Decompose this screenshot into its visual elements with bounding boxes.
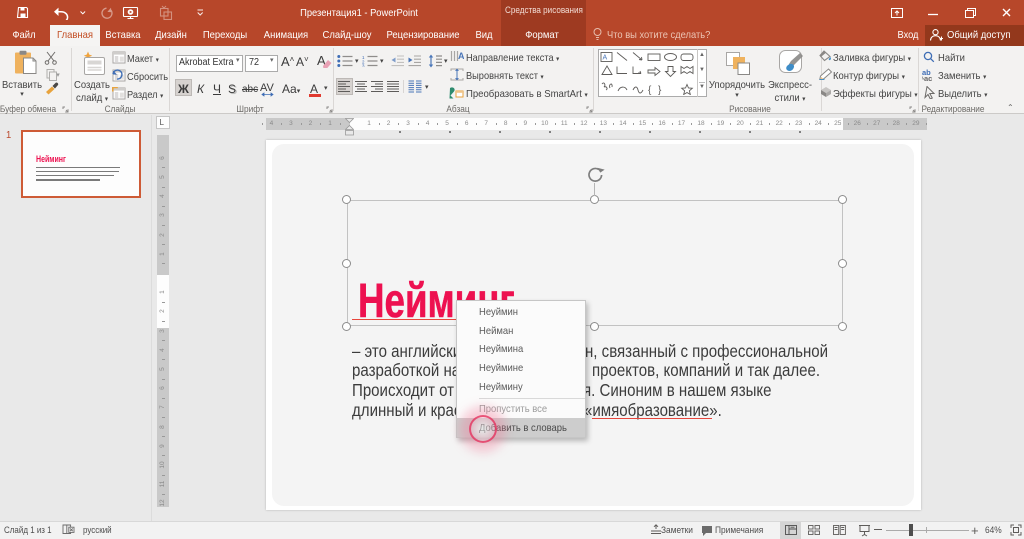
svg-text:A: A [458, 51, 464, 61]
svg-text:A: A [603, 55, 608, 62]
svg-text:{: { [648, 85, 652, 95]
svg-text:}: } [658, 85, 662, 95]
svg-text:ac: ac [924, 74, 932, 81]
svg-text:3: 3 [362, 64, 365, 68]
